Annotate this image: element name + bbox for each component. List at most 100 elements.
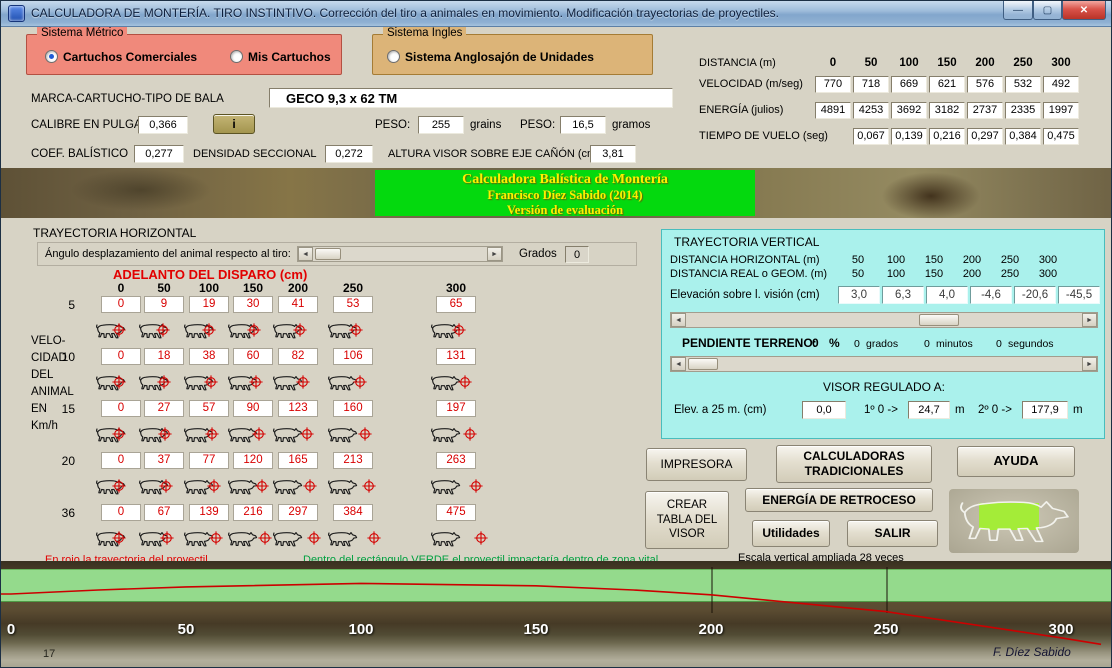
boar-lead-icon: [326, 526, 396, 550]
adelanto-col-header: 100: [198, 281, 220, 295]
dist-real-value: 150: [924, 268, 944, 280]
elev25-input[interactable]: 0,0: [802, 401, 846, 419]
adelanto-value: 0: [101, 296, 141, 313]
metric-system-group: Sistema Métrico Cartuchos Comerciales Mi…: [26, 27, 342, 75]
adelanto-value: 57: [189, 400, 229, 417]
altura-visor-input[interactable]: 3,81: [590, 145, 636, 163]
grados-value: 0: [565, 246, 589, 263]
crear-tabla-visor-button[interactable]: CREAR TABLA DEL VISOR: [645, 491, 729, 549]
adelanto-value: 213: [333, 452, 373, 469]
ballistics-value: 0,067: [853, 128, 889, 145]
speed-axis-word: DEL: [31, 369, 54, 381]
radio-sistema-anglosajon[interactable]: [387, 50, 400, 63]
radio-label-sistema-anglosajon[interactable]: Sistema Anglosajón de Unidades: [405, 50, 594, 64]
vertical-scrollbar-thumb[interactable]: [919, 314, 959, 326]
ballistics-value: 1997: [1043, 102, 1079, 119]
ballistics-value: 770: [815, 76, 851, 93]
ballistics-value: 621: [929, 76, 965, 93]
angle-label: Ángulo desplazamiento del animal respect…: [45, 248, 291, 260]
adelanto-title: ADELANTO DEL DISPARO (cm): [113, 267, 308, 282]
calibre-label: CALIBRE EN PULGAD.: [31, 119, 154, 131]
adelanto-value: 165: [278, 452, 318, 469]
dist-real-value: 250: [1000, 268, 1020, 280]
radio-mis-cartuchos[interactable]: [230, 50, 243, 63]
pendiente-scrollbar[interactable]: ◄ ►: [670, 356, 1098, 372]
dist-horizontal-value: 200: [962, 254, 982, 266]
dist-real-value: 100: [886, 268, 906, 280]
ballistics-value: 669: [891, 76, 927, 93]
animal-speed-label: 15: [61, 402, 75, 416]
adelanto-value: 30: [233, 296, 273, 313]
ballistics-value: 3692: [891, 102, 927, 119]
close-button[interactable]: ✕: [1062, 1, 1106, 20]
chart-footer-right: F. Díez Sabido: [993, 645, 1071, 659]
adelanto-value: 41: [278, 296, 318, 313]
calculadoras-tradicionales-button[interactable]: CALCULADORAS TRADICIONALES: [776, 445, 932, 483]
scroll-right-arrow-icon[interactable]: ►: [487, 247, 502, 261]
dist-real-value: 200: [962, 268, 982, 280]
adelanto-value: 123: [278, 400, 318, 417]
adelanto-value: 18: [144, 348, 184, 365]
boar-lead-icon: [429, 526, 499, 550]
first-zero-unit: m: [955, 404, 965, 416]
dist-real-value: 300: [1038, 268, 1058, 280]
info-button[interactable]: i: [213, 114, 255, 134]
maximize-button[interactable]: ▢: [1033, 1, 1062, 20]
title-bar: CALCULADORA DE MONTERÍA. TIRO INSTINTIVO…: [1, 1, 1111, 27]
ayuda-button[interactable]: AYUDA: [957, 446, 1075, 477]
pendiente-value: 0: [812, 336, 819, 350]
speed-axis-word: CIDAD: [31, 352, 67, 364]
scroll-left-arrow-icon[interactable]: ◄: [298, 247, 313, 261]
peso-grains-label: PESO:: [375, 119, 411, 131]
adelanto-value: 0: [101, 452, 141, 469]
chart-footer-left: 17: [43, 648, 56, 660]
vertical-scrollbar[interactable]: ◄ ►: [670, 312, 1098, 328]
radio-cartuchos-comerciales[interactable]: [45, 50, 58, 63]
marca-input[interactable]: GECO 9,3 x 62 TM: [269, 88, 673, 108]
adelanto-value: 106: [333, 348, 373, 365]
first-zero-value: 24,7: [908, 401, 950, 419]
chart-strip: 17 F. Díez Sabido 0 50 100 150 200 250 300: [1, 561, 1111, 667]
radio-label-mis-cartuchos[interactable]: Mis Cartuchos: [248, 50, 331, 64]
salir-button[interactable]: SALIR: [847, 520, 938, 547]
adelanto-col-header: 250: [342, 281, 364, 295]
scroll-left-arrow-icon[interactable]: ◄: [671, 313, 686, 327]
adelanto-value: 65: [436, 296, 476, 313]
boar-outline-icon: [959, 499, 1070, 544]
adelanto-value: 263: [436, 452, 476, 469]
peso-grains-input[interactable]: 255: [418, 116, 464, 134]
ballistics-value: 0,384: [1005, 128, 1041, 145]
pendiente-unit-label: segundos: [1008, 338, 1054, 350]
pendiente-scrollbar-thumb[interactable]: [688, 358, 718, 370]
energia-retroceso-button[interactable]: ENERGÍA DE RETROCESO: [745, 488, 933, 512]
scroll-right-arrow-icon[interactable]: ►: [1082, 313, 1097, 327]
peso-gramos-input[interactable]: 16,5: [560, 116, 606, 134]
scroll-left-arrow-icon[interactable]: ◄: [671, 357, 686, 371]
elevation-value: -4,6: [970, 286, 1012, 304]
ballistics-row-label: TIEMPO DE VUELO (seg): [699, 130, 828, 142]
adelanto-value: 139: [189, 504, 229, 521]
adelanto-col-header: 150: [242, 281, 264, 295]
coef-label: COEF. BALÍSTICO: [31, 148, 129, 160]
peso-gramos-label: PESO:: [520, 119, 556, 131]
adelanto-col-header: 300: [445, 281, 467, 295]
coef-input[interactable]: 0,277: [134, 145, 184, 163]
calibre-input[interactable]: 0,366: [138, 116, 188, 134]
densidad-input[interactable]: 0,272: [325, 145, 373, 163]
x-tick-label: 100: [348, 621, 374, 638]
x-tick-label: 50: [177, 621, 195, 638]
radio-label-cartuchos-comerciales[interactable]: Cartuchos Comerciales: [63, 50, 197, 64]
adelanto-value: 53: [333, 296, 373, 313]
ballistics-row-label: ENERGÍA (julios): [699, 104, 784, 116]
speed-axis-word: EN: [31, 403, 47, 415]
dist-real-label: DISTANCIA REAL o GEOM. (m): [670, 268, 828, 280]
angle-scrollbar-thumb[interactable]: [315, 248, 341, 260]
scroll-right-arrow-icon[interactable]: ►: [1082, 357, 1097, 371]
elevation-value: 4,0: [926, 286, 968, 304]
angle-scrollbar[interactable]: ◄ ►: [297, 246, 503, 262]
adelanto-value: 67: [144, 504, 184, 521]
minimize-button[interactable]: —: [1003, 1, 1033, 20]
utilidades-button[interactable]: Utilidades: [752, 520, 830, 547]
speed-axis-word: ANIMAL: [31, 386, 74, 398]
impresora-button[interactable]: IMPRESORA: [646, 448, 747, 481]
